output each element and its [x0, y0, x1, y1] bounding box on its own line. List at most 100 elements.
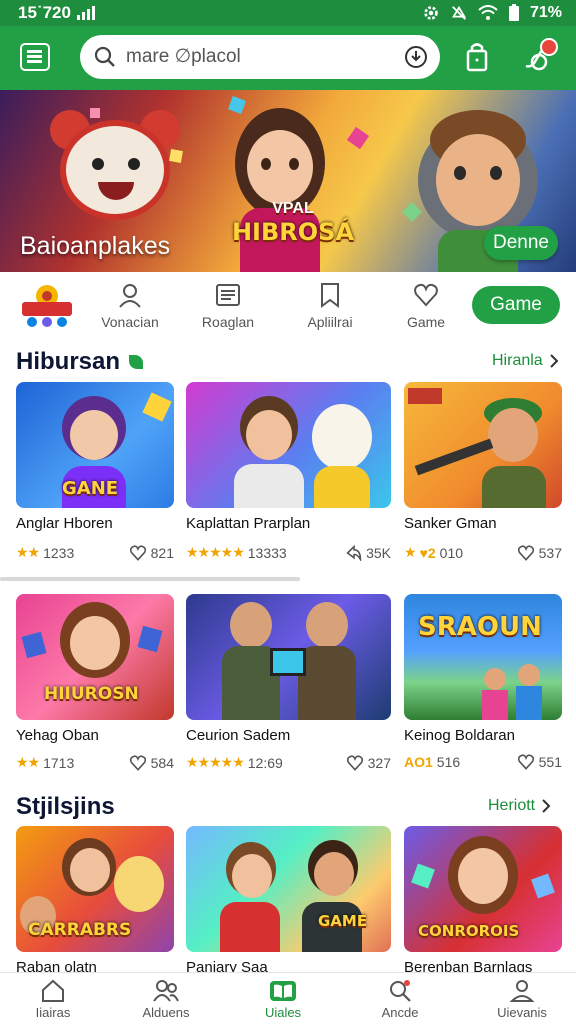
heart-icon: [414, 283, 438, 307]
star-rating-icon: ★★★★★: [186, 544, 245, 560]
voice-search-icon[interactable]: [404, 45, 428, 69]
notification-badge: [540, 38, 558, 56]
scroll-divider: [0, 577, 300, 581]
game-card[interactable]: CARRABRS Raban olatn: [16, 826, 174, 976]
bottom-navigation: Iiairas Alduens Uiales Ancde Uievanis: [0, 972, 576, 1024]
banner-game-logo: VPAL HIBROSÁ: [228, 200, 358, 246]
chevron-right-icon: [549, 354, 559, 368]
thumbnail-label: CARRABRS: [28, 920, 132, 940]
star-rating-icon: ★: [404, 544, 417, 560]
nav-label: Uiales: [264, 1005, 302, 1020]
star-rating-icon: ★★★★★: [186, 754, 245, 770]
app-logo-icon[interactable]: [18, 282, 76, 328]
category-vonacian[interactable]: Vonacian: [85, 282, 175, 330]
like-count: 821: [150, 544, 174, 561]
category-label: Roaglan: [201, 314, 255, 330]
rating-prefix: AO1: [404, 754, 433, 770]
rating-prefix: ♥2: [419, 544, 436, 561]
wifi-icon: [478, 5, 498, 20]
game-thumbnail: CARRABRS: [16, 826, 174, 952]
category-apliilrai[interactable]: Apliilrai: [285, 282, 375, 330]
nav-label: Uievanis: [497, 1005, 547, 1020]
person-icon: [119, 284, 141, 308]
section-title-stjilsjins: Stjilsjins: [16, 793, 115, 820]
chevron-right-icon: [542, 799, 551, 813]
hero-banner[interactable]: Baioanplakes VPAL HIBROSÁ Denne: [0, 90, 576, 272]
thumbnail-label: GAME: [318, 912, 368, 930]
section-link-hiranla[interactable]: Hiranla: [492, 352, 559, 370]
menu-button[interactable]: [20, 43, 50, 71]
nav-item-iiairas[interactable]: Iiairas: [3, 979, 103, 1020]
game-name: Kaplattan Prarplan: [186, 515, 311, 532]
heart-icon[interactable]: [517, 754, 535, 770]
game-card[interactable]: GANE Anglar Hboren ★★ 1233 821: [16, 382, 174, 561]
status-time: 15˙720: [18, 3, 71, 22]
like-count: 551: [538, 754, 562, 770]
thumbnail-label: HIIUROSN: [44, 684, 139, 704]
nav-item-uievanis[interactable]: Uievanis: [472, 979, 572, 1020]
category-label: Apliilrai: [307, 314, 353, 330]
game-name: Sanker Gman: [404, 515, 497, 532]
nav-item-ancde[interactable]: Ancde: [350, 979, 450, 1020]
nav-item-uiales[interactable]: Uiales: [233, 979, 333, 1020]
home-icon: [42, 979, 64, 1002]
search-bar[interactable]: [80, 35, 440, 79]
heart-icon[interactable]: [129, 754, 147, 771]
shopping-bag-icon[interactable]: [460, 40, 494, 74]
heart-icon[interactable]: [517, 544, 535, 561]
mascot-character: [50, 110, 180, 250]
heart-icon[interactable]: [346, 754, 364, 771]
banner-logo-line1: VPAL: [272, 200, 314, 217]
search-icon: [390, 980, 411, 1002]
game-card[interactable]: HIIUROSN Yehag Oban ★★ 1713 584: [16, 594, 174, 771]
category-label: Vonacian: [101, 314, 159, 330]
category-label: Game: [406, 314, 446, 330]
battery-percent: 71%: [529, 4, 562, 21]
section-link-label: Hiranla: [492, 352, 543, 369]
banner-action-button[interactable]: Denne: [484, 226, 558, 260]
notifications-button[interactable]: [522, 38, 558, 74]
section-link-label: Heriott: [488, 797, 536, 814]
game-name: Keinog Boldaran: [404, 727, 515, 744]
thumbnail-label: SRAOUN: [418, 612, 542, 642]
category-roaglan[interactable]: Roaglan: [183, 282, 273, 330]
game-card[interactable]: Kaplattan Prarplan ★★★★★ 13333 35K: [186, 382, 391, 561]
rating-count: 010: [439, 544, 464, 561]
section-link-heriott[interactable]: Heriott: [488, 797, 551, 815]
game-thumbnail: CONROROIS: [404, 826, 562, 952]
section-title-hibursan: Hibursan: [16, 348, 143, 376]
rating-count: 1713: [43, 754, 75, 771]
game-thumbnail: GANE: [16, 382, 174, 508]
rating-count: 1233: [43, 544, 75, 561]
nav-item-alduens[interactable]: Alduens: [116, 979, 216, 1020]
banner-title: Baioanplakes: [20, 232, 171, 260]
game-card[interactable]: SRAOUN Keinog Boldaran AO1 516 551: [404, 594, 562, 770]
list-icon: [216, 284, 240, 306]
settings-icon: [424, 6, 438, 20]
game-card[interactable]: Sanker Gman ★ ♥2 010 537: [404, 382, 562, 561]
category-row: Vonacian Roaglan Apliilrai Game Game: [0, 272, 576, 340]
search-input[interactable]: [126, 46, 404, 68]
game-thumbnail: [186, 382, 391, 508]
like-count: 327: [367, 754, 391, 771]
category-game[interactable]: Game: [381, 282, 471, 330]
game-name: Anglar Hboren: [16, 515, 113, 532]
heart-icon[interactable]: [129, 544, 147, 561]
game-name: Yehag Oban: [16, 727, 99, 744]
game-name: Ceurion Sadem: [186, 727, 291, 744]
like-count: 35K: [366, 544, 391, 561]
status-bar: 15˙720 71%: [0, 0, 576, 26]
nav-label: Iiairas: [35, 1005, 71, 1020]
game-card[interactable]: CONROROIS Berenban Barnlags: [404, 826, 562, 976]
banner-logo-line2: HIBROSÁ: [231, 218, 355, 246]
girl-character: [225, 108, 335, 272]
game-card[interactable]: Ceurion Sadem ★★★★★ 12:69 327: [186, 594, 391, 771]
nav-label: Alduens: [142, 1005, 190, 1020]
game-thumbnail: HIIUROSN: [16, 594, 174, 720]
like-count: 584: [150, 754, 174, 771]
game-button[interactable]: Game: [472, 286, 560, 324]
game-card[interactable]: GAME Paniary Saa: [186, 826, 391, 976]
game-thumbnail: GAME: [186, 826, 391, 952]
share-icon[interactable]: [346, 544, 362, 561]
people-icon: [153, 980, 179, 1002]
